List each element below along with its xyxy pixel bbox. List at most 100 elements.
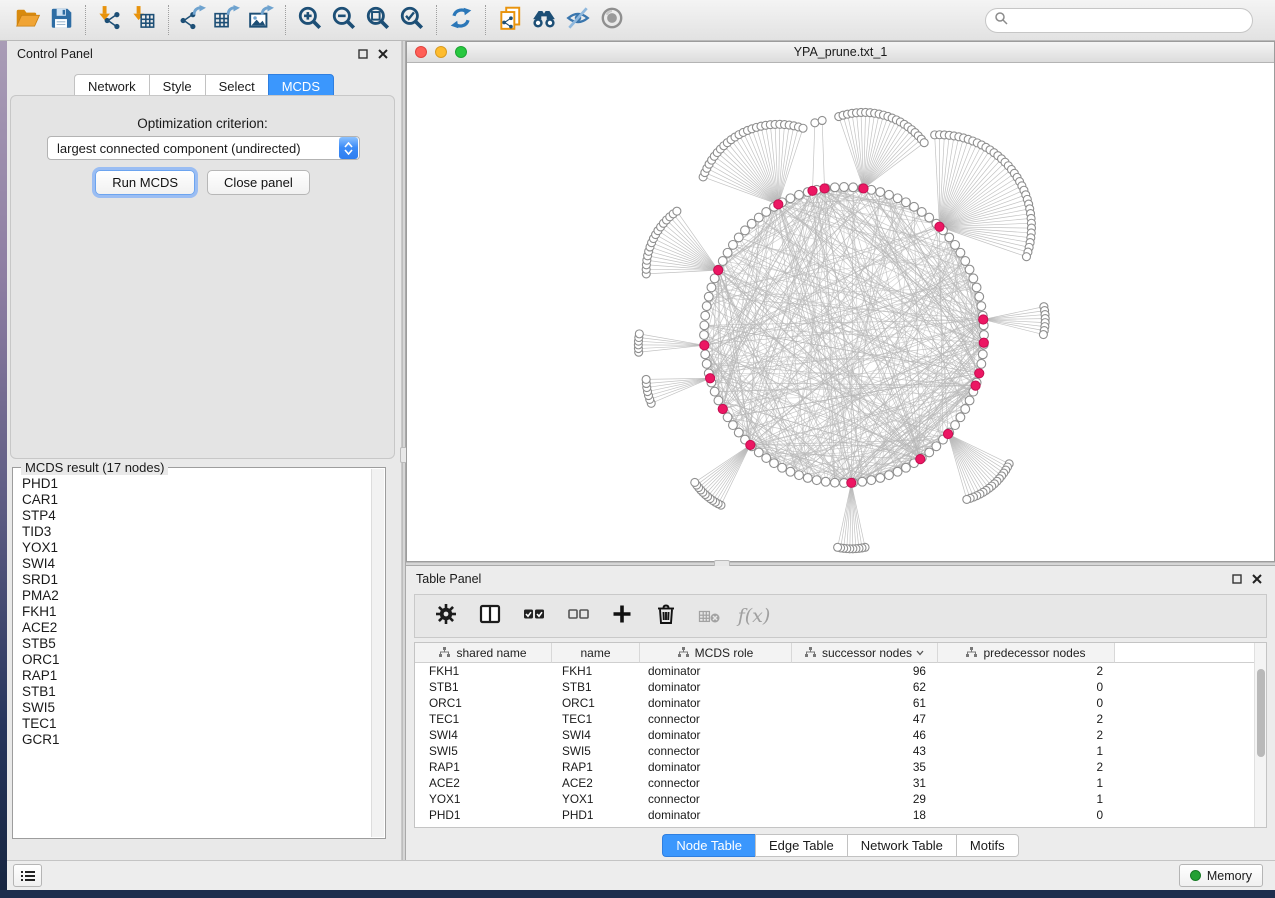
refresh-button[interactable] <box>444 3 478 37</box>
show-graphics-button[interactable] <box>595 3 629 37</box>
mcds-result-item[interactable]: FKH1 <box>22 604 372 620</box>
deselect-all-icon <box>566 602 590 631</box>
float-table-panel-icon[interactable] <box>1229 571 1245 587</box>
close-panel-icon[interactable] <box>375 46 391 62</box>
export-table-button[interactable] <box>210 3 244 37</box>
table-scrollbar-thumb[interactable] <box>1257 669 1265 757</box>
mcds-result-item[interactable]: SWI5 <box>22 700 372 716</box>
cell-predecessor_nodes: 0 <box>938 680 1115 694</box>
mcds-list-scrollbar[interactable] <box>371 469 384 837</box>
table-row[interactable]: SWI4SWI4dominator462 <box>415 727 1266 743</box>
mcds-result-item[interactable]: PMA2 <box>22 588 372 604</box>
zoom-in-button[interactable] <box>293 3 327 37</box>
network-canvas-svg[interactable] <box>407 63 1274 561</box>
export-network-icon <box>180 5 206 36</box>
column-label: MCDS role <box>695 646 754 660</box>
float-panel-icon[interactable] <box>355 46 371 62</box>
close-table-panel-icon[interactable] <box>1249 571 1265 587</box>
column-header-shared-name[interactable]: shared name <box>415 643 552 663</box>
toolbar-separator <box>168 5 169 35</box>
mcds-result-item[interactable]: CAR1 <box>22 492 372 508</box>
close-window-icon[interactable] <box>415 46 427 58</box>
table-row[interactable]: PHD1PHD1dominator180 <box>415 807 1266 823</box>
memory-button[interactable]: Memory <box>1179 864 1263 887</box>
hide-graphics-button[interactable] <box>561 3 595 37</box>
zoom-selected-button[interactable] <box>395 3 429 37</box>
search-input[interactable] <box>1008 13 1244 29</box>
mcds-tab-content: Optimization criterion: largest connecte… <box>10 95 395 459</box>
network-window-title: YPA_prune.txt_1 <box>794 45 888 59</box>
task-history-button[interactable] <box>13 864 42 887</box>
columns-button[interactable] <box>475 601 505 631</box>
gear-button[interactable] <box>431 601 461 631</box>
mcds-result-title: MCDS result (17 nodes) <box>21 460 168 475</box>
select-all-button[interactable] <box>519 601 549 631</box>
delete-table-button[interactable] <box>695 601 725 631</box>
mcds-result-item[interactable]: PHD1 <box>22 476 372 492</box>
mcds-result-item[interactable]: SRD1 <box>22 572 372 588</box>
mcds-result-item[interactable]: SWI4 <box>22 556 372 572</box>
column-header-name[interactable]: name <box>552 643 640 663</box>
open-button[interactable] <box>10 3 44 37</box>
mcds-result-item[interactable]: TEC1 <box>22 716 372 732</box>
mcds-result-item[interactable]: ORC1 <box>22 652 372 668</box>
cell-mcds_role: dominator <box>640 696 792 710</box>
tab-network-table[interactable]: Network Table <box>847 834 956 857</box>
export-image-button[interactable] <box>244 3 278 37</box>
mcds-result-item[interactable]: ACE2 <box>22 620 372 636</box>
deselect-all-button[interactable] <box>563 601 593 631</box>
delete-button[interactable] <box>651 601 681 631</box>
table-row[interactable]: YOX1YOX1connector291 <box>415 791 1266 807</box>
close-panel-button[interactable]: Close panel <box>207 170 310 195</box>
control-panel: Control Panel NetworkStyleSelectMCDS Opt… <box>7 41 402 860</box>
export-network-button[interactable] <box>176 3 210 37</box>
save-button[interactable] <box>44 3 78 37</box>
cell-predecessor_nodes: 1 <box>938 744 1115 758</box>
table-row[interactable]: ACE2ACE2connector311 <box>415 775 1266 791</box>
table-row[interactable]: FKH1FKH1dominator962 <box>415 663 1266 679</box>
mcds-result-item[interactable]: GCR1 <box>22 732 372 748</box>
clone-network-button[interactable] <box>493 3 527 37</box>
minimize-window-icon[interactable] <box>435 46 447 58</box>
column-label: name <box>580 646 610 660</box>
tab-edge-table[interactable]: Edge Table <box>755 834 847 857</box>
tab-node-table[interactable]: Node Table <box>662 834 755 857</box>
column-header-MCDS-role[interactable]: MCDS role <box>640 643 792 663</box>
mcds-result-item[interactable]: STP4 <box>22 508 372 524</box>
tab-motifs[interactable]: Motifs <box>956 834 1019 857</box>
maximize-window-icon[interactable] <box>455 46 467 58</box>
mcds-result-item[interactable]: STB5 <box>22 636 372 652</box>
zoom-fit-button[interactable] <box>361 3 395 37</box>
cell-successor_nodes: 47 <box>792 712 938 726</box>
column-header-predecessor-nodes[interactable]: predecessor nodes <box>938 643 1115 663</box>
cell-shared_name: STB1 <box>415 680 552 694</box>
table-row[interactable]: RAP1RAP1dominator352 <box>415 759 1266 775</box>
table-row[interactable]: TEC1TEC1connector472 <box>415 711 1266 727</box>
import-table-button[interactable] <box>127 3 161 37</box>
column-header-successor-nodes[interactable]: successor nodes <box>792 643 938 663</box>
memory-status-icon <box>1190 870 1201 881</box>
import-network-button[interactable] <box>93 3 127 37</box>
cell-name: ORC1 <box>552 696 640 710</box>
table-row[interactable]: SWI5SWI5connector431 <box>415 743 1266 759</box>
cell-mcds_role: connector <box>640 792 792 806</box>
mcds-result-item[interactable]: STB1 <box>22 684 372 700</box>
table-header: shared name name MCDS role successor nodesp… <box>415 643 1266 663</box>
run-mcds-button[interactable]: Run MCDS <box>95 170 195 195</box>
add-button[interactable] <box>607 601 637 631</box>
search-box[interactable] <box>985 8 1253 33</box>
cell-predecessor_nodes: 0 <box>938 696 1115 710</box>
mcds-result-list: PHD1CAR1STP4TID3YOX1SWI4SRD1PMA2FKH1ACE2… <box>14 476 372 837</box>
import-table-icon <box>131 5 157 36</box>
mcds-result-item[interactable]: RAP1 <box>22 668 372 684</box>
toolbar-separator <box>485 5 486 35</box>
search-modules-button[interactable] <box>527 3 561 37</box>
mcds-result-item[interactable]: TID3 <box>22 524 372 540</box>
mcds-result-item[interactable]: YOX1 <box>22 540 372 556</box>
table-scrollbar[interactable] <box>1254 643 1266 827</box>
zoom-out-button[interactable] <box>327 3 361 37</box>
table-row[interactable]: STB1STB1dominator620 <box>415 679 1266 695</box>
function-button[interactable]: f(x) <box>739 601 769 631</box>
table-row[interactable]: ORC1ORC1dominator610 <box>415 695 1266 711</box>
optimization-dropdown[interactable]: largest connected component (undirected) <box>47 136 360 160</box>
